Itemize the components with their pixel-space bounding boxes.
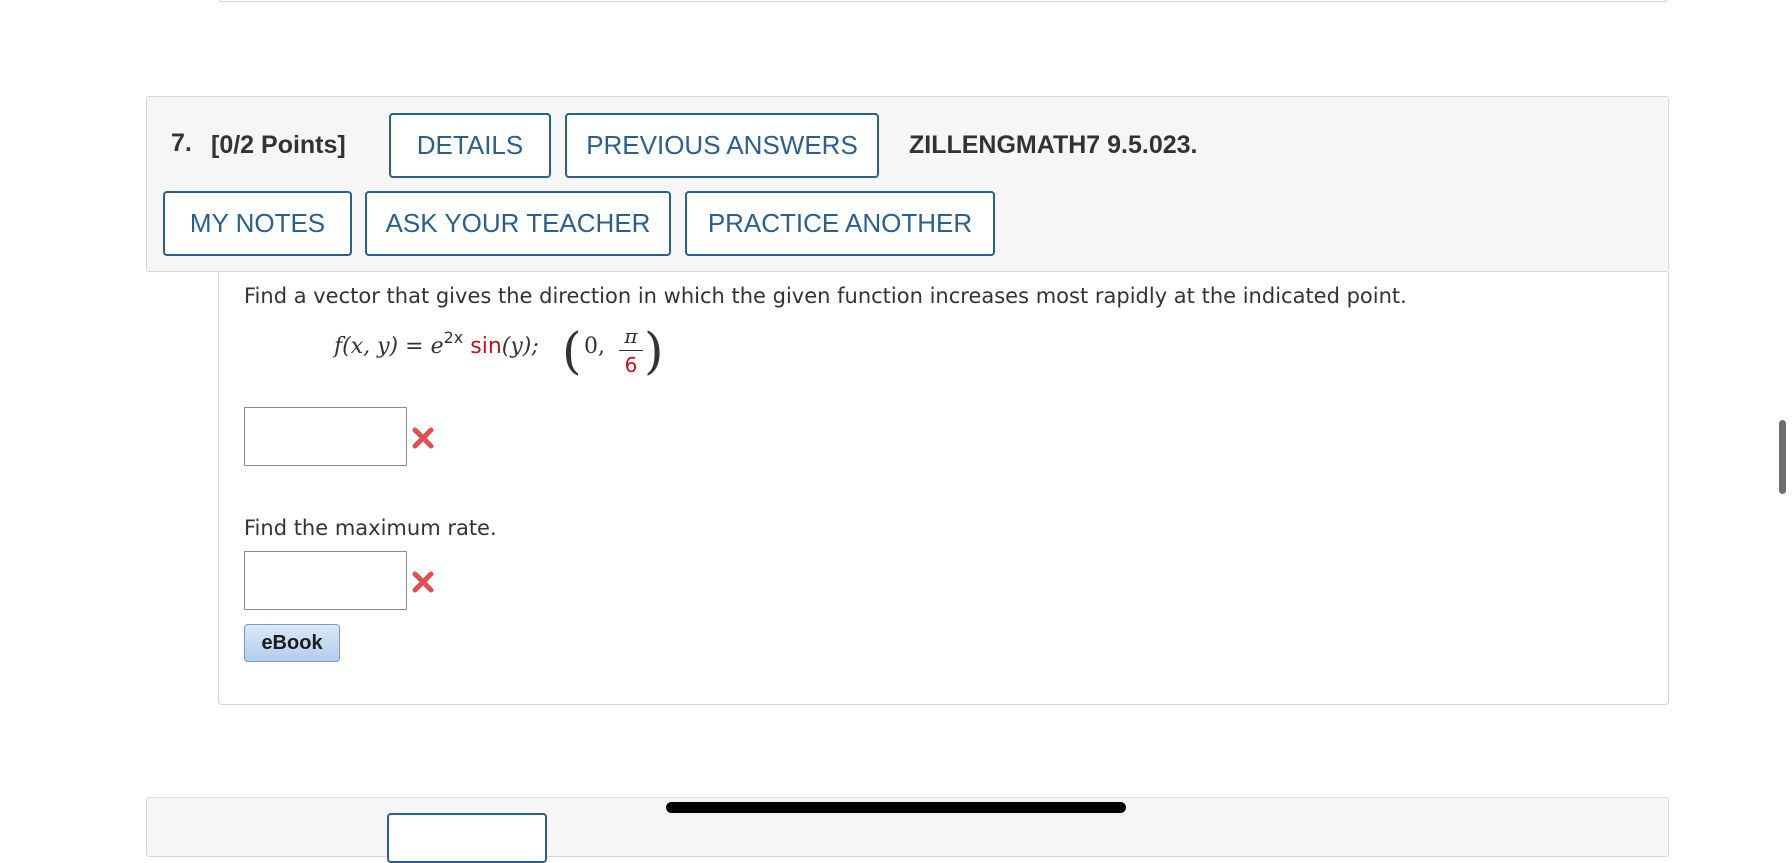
- ask-your-teacher-button[interactable]: ASK YOUR TEACHER: [365, 191, 671, 256]
- my-notes-button[interactable]: MY NOTES: [163, 191, 352, 256]
- previous-question-card: [218, 0, 1668, 2]
- details-button[interactable]: DETAILS: [389, 113, 551, 178]
- formula-exponent: 2x: [443, 328, 464, 347]
- formula-lhs: f(x, y): [334, 334, 399, 359]
- point-close-paren: ): [644, 322, 664, 380]
- fraction-denominator: 6: [624, 353, 638, 377]
- question-code: ZILLENGMATH7 9.5.023.: [909, 131, 1198, 159]
- next-question-button[interactable]: [387, 813, 547, 863]
- fraction-bar: [619, 350, 643, 351]
- ebook-button[interactable]: eBook: [244, 624, 340, 662]
- previous-answers-button[interactable]: PREVIOUS ANSWERS: [565, 113, 879, 178]
- formula-arg: (y);: [501, 334, 539, 359]
- question-header: 7. [0/2 Points] DETAILS PREVIOUS ANSWERS…: [146, 96, 1669, 272]
- point-open-paren: (: [562, 322, 582, 380]
- x-mark-icon: [412, 571, 434, 593]
- second-prompt: Find the maximum rate.: [244, 516, 497, 540]
- formula-func: sin: [470, 334, 502, 359]
- question-prompt: Find a vector that gives the direction i…: [244, 284, 1407, 308]
- answer-input-1[interactable]: [244, 407, 407, 466]
- question-number: 7.: [171, 129, 192, 157]
- home-indicator: [666, 802, 1126, 813]
- point-y-fraction: π 6: [619, 324, 643, 377]
- point-x: 0,: [584, 334, 605, 359]
- fraction-numerator: π: [624, 324, 638, 348]
- answer-input-2[interactable]: [244, 551, 407, 610]
- function-formula: f(x, y) = e2x sin(y); ( 0, π 6 ): [334, 324, 664, 394]
- formula-base: e: [430, 334, 444, 359]
- question-points: [0/2 Points]: [211, 131, 346, 159]
- practice-another-button[interactable]: PRACTICE ANOTHER: [685, 191, 995, 256]
- formula-equals: =: [405, 334, 424, 359]
- scrollbar[interactable]: [1779, 420, 1786, 494]
- question-body: Find a vector that gives the direction i…: [218, 272, 1669, 705]
- x-mark-icon: [412, 427, 434, 449]
